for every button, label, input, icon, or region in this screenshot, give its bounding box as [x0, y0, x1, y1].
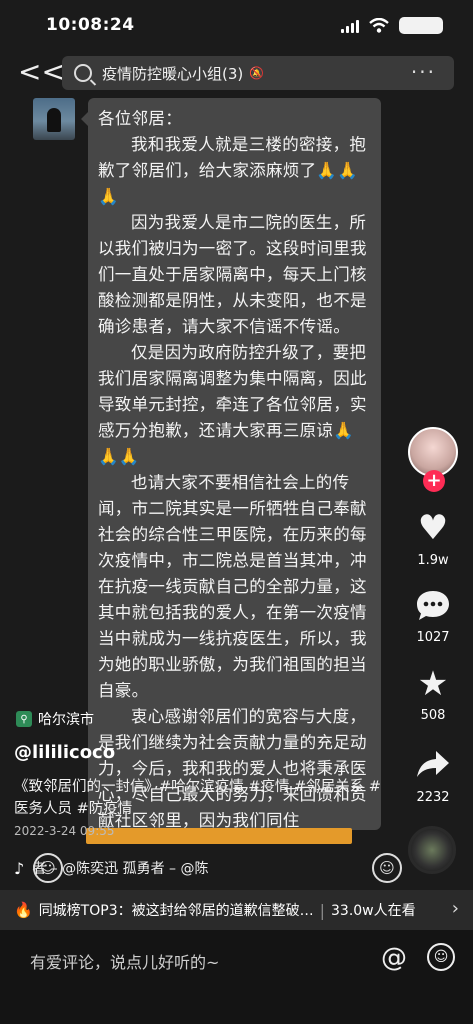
status-time: 10:08:24	[46, 15, 135, 35]
comment-icon[interactable]	[413, 586, 453, 626]
chevron-right-icon: ›	[451, 898, 459, 919]
share-icon[interactable]	[413, 744, 453, 784]
author-handle[interactable]: @lililicoco	[14, 742, 115, 763]
wifi-icon	[369, 18, 389, 33]
location-pin-icon: ⚲	[16, 711, 32, 727]
follow-plus-button[interactable]: +	[423, 470, 445, 492]
fire-icon: 🔥	[14, 901, 33, 919]
back-button[interactable]: <<	[18, 58, 65, 86]
mute-bell-icon: 🔕	[249, 66, 265, 80]
avatar-person-figure	[47, 108, 61, 132]
tiktok-note-icon: ♪	[14, 858, 25, 878]
comment-input[interactable]: 有爱评论，说点儿好听的~	[30, 949, 219, 973]
side-actions-bar: + ♥ 1.9w 1027 ★ 508 2232	[393, 0, 473, 1024]
sender-avatar[interactable]	[33, 98, 75, 140]
music-disc-icon[interactable]	[408, 826, 456, 874]
smiley-icon[interactable]: ☺	[33, 853, 63, 883]
search-icon	[74, 64, 92, 82]
letter-paragraph: 因为我爱人是市二院的医生，所以我们被归为一密了。这段时间里我们一直处于居家隔离中…	[98, 213, 367, 336]
emoji-icon[interactable]: ☺	[427, 943, 455, 971]
post-date: 2022-3-24 09:55	[14, 824, 115, 838]
divider: |	[319, 900, 325, 920]
chat-title: 疫情防控暖心小组(3)	[102, 64, 244, 83]
letter-greeting: 各位邻居：	[98, 109, 182, 128]
video-caption[interactable]: 《致邻居们的一封信》#哈尔滨疫情 #疫情 #邻居关系 #医务人员 #防疫情	[14, 776, 384, 820]
hot-list-banner[interactable]: 🔥 同城榜TOP3：被这封给邻居的道歉信整破… | 33.0w人在看 ›	[0, 890, 473, 930]
heart-icon[interactable]: ♥	[413, 508, 453, 548]
viewer-count: 33.0w人在看	[331, 903, 416, 919]
like-count: 1.9w	[417, 553, 449, 568]
cellular-signal-icon	[341, 19, 359, 33]
home-indicator-area	[0, 988, 473, 1024]
comment-count: 1027	[416, 630, 450, 645]
orange-highlight-strip	[86, 828, 352, 844]
favorite-count: 508	[420, 708, 446, 723]
comment-bar: 有爱评论，说点儿好听的~ @ ☺	[0, 930, 473, 988]
location-text: 哈尔滨市	[38, 712, 94, 728]
share-count: 2232	[416, 790, 450, 805]
letter-paragraph: 我和我爱人就是三楼的密接，抱歉了邻居们，给大家添麻烦了🙏🙏🙏	[98, 135, 367, 206]
at-mention-icon[interactable]: @	[381, 943, 407, 973]
location-tag[interactable]: ⚲ 哈尔滨市	[16, 706, 94, 732]
letter-paragraph: 仅是因为政府防控升级了，要把我们居家隔离调整为集中隔离，因此导致单元封控，牵连了…	[98, 343, 367, 466]
star-icon[interactable]: ★	[413, 664, 453, 704]
letter-paragraph: 也请大家不要相信社会上的传闻，市二院其实是一所牺牲自己奉献社会的综合性三甲医院，…	[98, 473, 367, 700]
letter-message-bubble: 各位邻居： 我和我爱人就是三楼的密接，抱歉了邻居们，给大家添麻烦了🙏🙏🙏 因为我…	[81, 98, 381, 830]
hot-list-text: 同城榜TOP3：被这封给邻居的道歉信整破…	[38, 903, 314, 919]
